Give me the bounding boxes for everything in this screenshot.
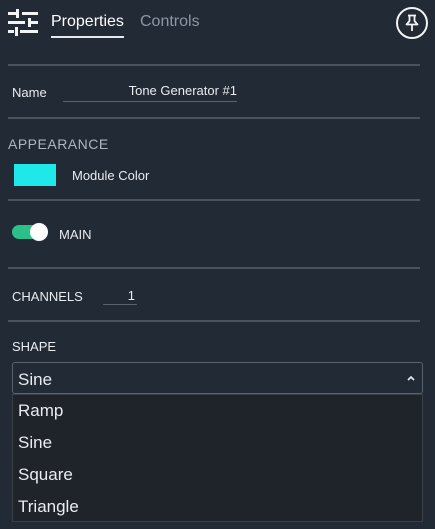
tab-properties[interactable]: Properties xyxy=(51,12,124,38)
appearance-section-title: APPEARANCE xyxy=(8,136,109,152)
tab-controls[interactable]: Controls xyxy=(140,12,200,32)
divider xyxy=(8,199,420,201)
shape-option-ramp[interactable]: Ramp xyxy=(18,401,63,421)
divider xyxy=(8,320,420,322)
channels-input[interactable]: 1 xyxy=(103,286,137,305)
chevron-up-icon xyxy=(406,371,416,390)
shape-select-value: Sine xyxy=(18,370,53,389)
toggle-knob xyxy=(30,223,48,241)
divider xyxy=(8,267,420,269)
divider xyxy=(8,117,420,119)
main-label: MAIN xyxy=(59,227,92,242)
panel-header: Properties Controls xyxy=(0,0,435,48)
divider xyxy=(8,64,420,66)
shape-option-sine[interactable]: Sine xyxy=(18,433,52,453)
shape-select[interactable]: Sine xyxy=(12,362,423,394)
name-input[interactable]: Tone Generator #1 xyxy=(63,81,237,102)
name-label: Name xyxy=(12,85,47,100)
module-color-label: Module Color xyxy=(72,168,150,183)
shape-section-title: SHAPE xyxy=(12,339,57,354)
channels-label: CHANNELS xyxy=(12,289,83,304)
module-color-swatch[interactable] xyxy=(14,164,56,186)
shape-option-square[interactable]: Square xyxy=(18,465,73,485)
sliders-icon[interactable] xyxy=(8,9,40,37)
shape-option-triangle[interactable]: Triangle xyxy=(18,497,79,517)
pin-button[interactable] xyxy=(396,7,428,39)
shape-dropdown: Ramp Sine Square Triangle xyxy=(12,394,423,522)
